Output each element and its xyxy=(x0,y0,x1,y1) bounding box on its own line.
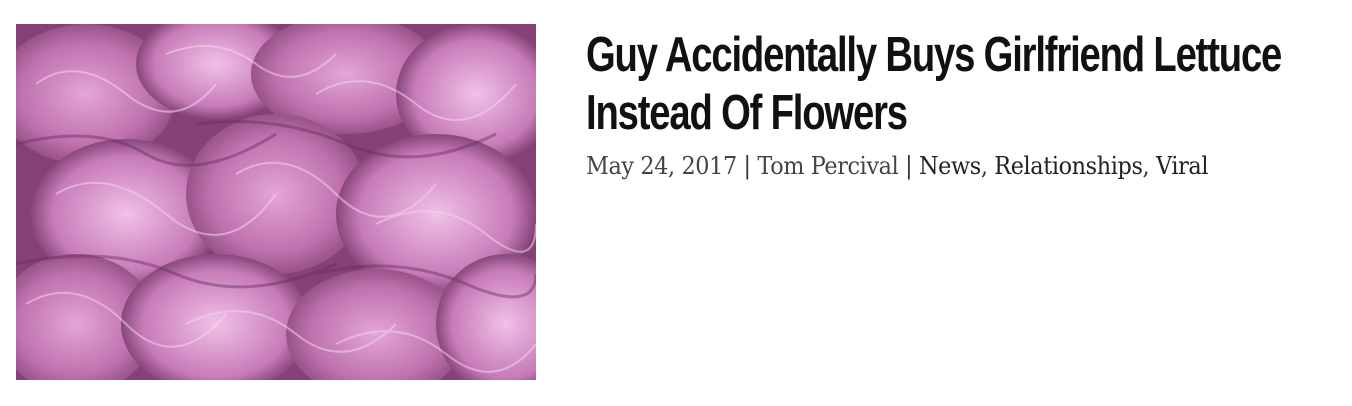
lettuce-photo-image xyxy=(16,24,536,380)
post-author-link[interactable]: Tom Percival xyxy=(757,152,898,180)
post-title-line-2: Instead Of Flowers xyxy=(586,86,908,140)
post-meta: May 24, 2017 | Tom Percival | News, Rela… xyxy=(586,150,1293,182)
meta-separator: | xyxy=(743,152,752,180)
category-link-news[interactable]: News xyxy=(919,152,981,180)
post-content: Guy Accidentally Buys Girlfriend Lettuce… xyxy=(586,26,1346,182)
post-title: Guy Accidentally Buys Girlfriend Lettuce… xyxy=(586,26,1350,142)
post-thumbnail[interactable] xyxy=(16,24,536,380)
category-separator: , xyxy=(980,152,988,180)
category-link-viral[interactable]: Viral xyxy=(1156,152,1208,180)
meta-separator: | xyxy=(905,152,913,180)
post-title-line-1: Guy Accidentally Buys Girlfriend Lettuce xyxy=(586,28,1282,82)
post-item: Guy Accidentally Buys Girlfriend Lettuce… xyxy=(0,0,1352,406)
post-date: May 24, 2017 xyxy=(586,152,737,180)
category-separator: , xyxy=(1142,152,1150,180)
post-title-link[interactable]: Guy Accidentally Buys Girlfriend Lettuce… xyxy=(586,28,1282,140)
category-link-relationships[interactable]: Relationships xyxy=(994,152,1143,180)
